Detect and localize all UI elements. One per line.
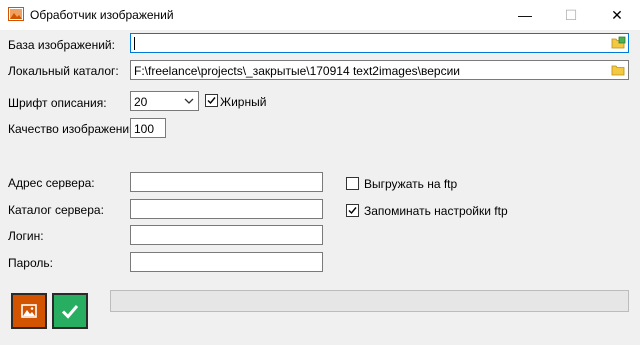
local-dir-input[interactable]: F:\freelance\projects\_закрытые\170914 t…	[130, 60, 629, 80]
app-icon	[8, 7, 24, 21]
image-button[interactable]	[11, 293, 47, 329]
server-dir-input[interactable]	[130, 199, 323, 219]
image-base-input[interactable]	[130, 33, 629, 53]
remember-ftp-checkbox[interactable]	[346, 204, 359, 217]
image-base-label: База изображений:	[8, 38, 115, 52]
folder-icon[interactable]	[611, 63, 626, 77]
upload-ftp-checkbox[interactable]	[346, 177, 359, 190]
server-address-label: Адрес сервера:	[8, 176, 95, 190]
run-button[interactable]	[52, 293, 88, 329]
text-caret	[134, 37, 135, 50]
progress-bar	[110, 290, 629, 312]
check-icon	[207, 97, 216, 105]
quality-input[interactable]: 100	[130, 118, 166, 138]
remember-ftp-label: Запоминать настройки ftp	[364, 204, 508, 218]
font-size-select[interactable]: 20	[130, 91, 199, 111]
password-label: Пароль:	[8, 256, 53, 270]
window-title: Обработчик изображений	[30, 8, 174, 22]
upload-ftp-label: Выгружать на ftp	[364, 177, 458, 191]
minimize-button[interactable]: —	[502, 0, 548, 30]
chevron-down-icon	[184, 98, 194, 104]
password-input[interactable]	[130, 252, 323, 272]
local-dir-value: F:\freelance\projects\_закрытые\170914 t…	[134, 64, 460, 78]
close-button[interactable]: ✕	[594, 0, 640, 30]
login-input[interactable]	[130, 225, 323, 245]
open-database-icon[interactable]	[611, 36, 626, 50]
server-address-input[interactable]	[130, 172, 323, 192]
bold-checkbox[interactable]	[205, 94, 218, 107]
quality-value: 100	[134, 122, 155, 136]
checkmark-icon	[61, 305, 79, 319]
title-bar: Обработчик изображений — ☐ ✕	[0, 0, 640, 30]
local-dir-label: Локальный каталог:	[8, 64, 119, 78]
font-label: Шрифт описания:	[8, 96, 107, 110]
login-label: Логин:	[8, 229, 44, 243]
server-dir-label: Каталог сервера:	[8, 203, 104, 217]
bold-label: Жирный	[220, 95, 267, 109]
maximize-button[interactable]: ☐	[548, 0, 594, 30]
quality-label: Качество изображений:	[8, 122, 140, 136]
image-icon	[21, 304, 37, 318]
check-icon	[348, 207, 357, 215]
font-size-value: 20	[134, 95, 148, 109]
